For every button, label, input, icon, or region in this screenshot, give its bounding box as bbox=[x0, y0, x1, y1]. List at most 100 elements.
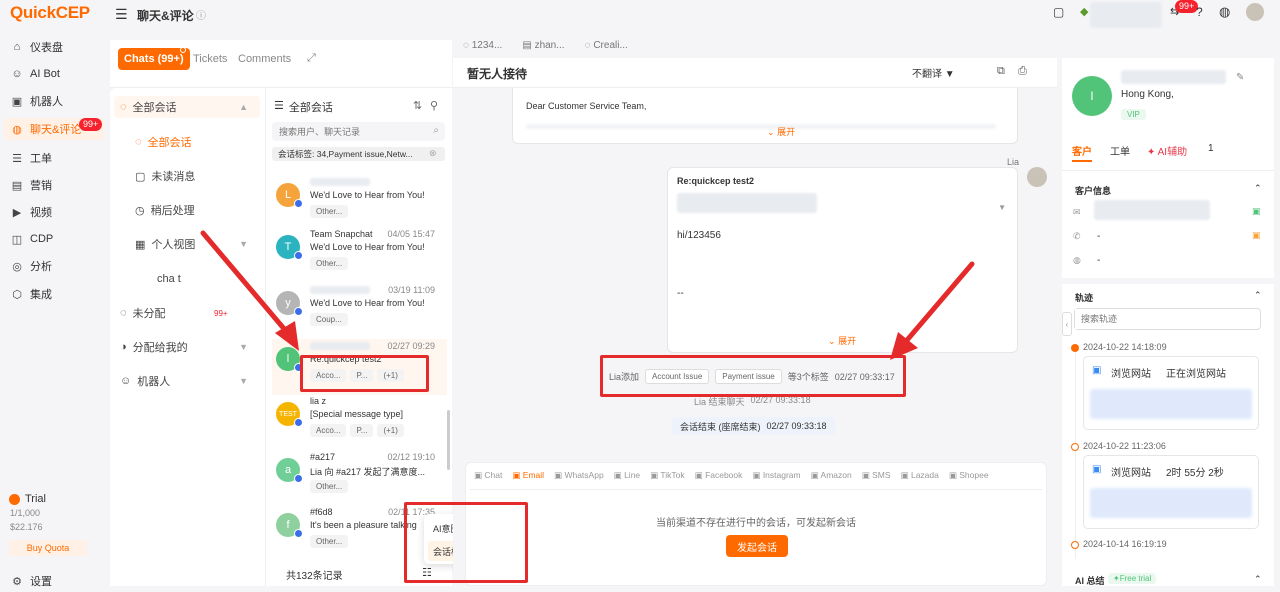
conversation-item[interactable]: T Team Snapchat 04/05 15:47 We'd Love to He… bbox=[272, 227, 447, 283]
conversation-time: 02/27 09:29 bbox=[387, 341, 435, 351]
trial-label: Trial bbox=[9, 493, 46, 505]
channel-tab-email[interactable]: ▣ Email bbox=[512, 470, 544, 481]
channel-tab-whatsapp[interactable]: ▣ WhatsApp bbox=[554, 470, 604, 481]
help-icon[interactable]: ? bbox=[1196, 5, 1203, 19]
tab-ticket[interactable]: 工单 bbox=[1110, 143, 1130, 158]
email1-expand[interactable]: ⌄ 展开 bbox=[767, 125, 795, 138]
conversation-tag: Other... bbox=[310, 480, 349, 493]
phone-action-icon[interactable]: ▣ bbox=[1252, 230, 1261, 241]
nav-item-ai-bot[interactable]: ☺ AI Bot bbox=[10, 63, 60, 85]
channel-tab-sms[interactable]: ▣ SMS bbox=[862, 470, 891, 481]
menu-all-sessions[interactable]: ◌ 全部会话 ▲ bbox=[114, 96, 260, 118]
nav-item-marketing[interactable]: ▤ 营销 bbox=[10, 174, 52, 196]
nav-item-integration[interactable]: ⬡ 集成 bbox=[10, 283, 52, 305]
nav-item-robot[interactable]: ▣ 机器人 bbox=[10, 90, 63, 112]
buy-quota-button[interactable]: Buy Quota bbox=[9, 540, 87, 556]
edit-icon[interactable]: ✎ bbox=[1236, 72, 1244, 83]
channel-icon: ▣ bbox=[752, 470, 761, 480]
email2-expand[interactable]: ⌄ 展开 bbox=[828, 334, 856, 347]
nav-item-analytics[interactable]: ◎ 分析 bbox=[10, 255, 52, 277]
unassigned-badge: 99+ bbox=[214, 309, 228, 318]
chevron-up-icon[interactable]: ⌃ bbox=[1254, 290, 1262, 301]
conversation-item[interactable]: a #a217 02/12 19:10 Lia 向 #a217 发起了满意度... Ot… bbox=[272, 450, 447, 506]
conversation-item[interactable]: f #f6d8 02/11 17:35 It's been a pleasure ta… bbox=[272, 505, 447, 561]
start-session-button[interactable]: 发起会话 bbox=[726, 535, 788, 557]
track-card[interactable]: ▣ 浏览网站 2时 55分 2秒 bbox=[1083, 455, 1259, 529]
track-search-box[interactable] bbox=[1074, 308, 1261, 330]
track-search-input[interactable] bbox=[1075, 309, 1255, 329]
tab-ai-assist[interactable]: ✦ AI辅助 bbox=[1147, 143, 1187, 158]
active-tab-indicator bbox=[1072, 160, 1092, 162]
tag-filter-chip[interactable]: 会话标签: 34,Payment issue,Netw... bbox=[272, 147, 445, 161]
menu-assigned-to-me[interactable]: ◑ 分配给我的 ▼ bbox=[120, 336, 260, 358]
shopify-icon[interactable]: ◆ bbox=[1080, 5, 1088, 18]
menu-personal-view[interactable]: ▦ 个人视图 ▼ bbox=[135, 233, 260, 255]
expand-icon[interactable]: ⤢ bbox=[307, 52, 316, 65]
menu-later[interactable]: ◷ 稍后处理 bbox=[135, 199, 275, 221]
conversation-item[interactable]: y 03/19 11:09 We'd Love to Hear from You! C… bbox=[272, 283, 447, 339]
info-icon[interactable]: ⓘ bbox=[196, 7, 206, 22]
timeline-dot bbox=[1071, 541, 1079, 549]
menu-bot[interactable]: ☺ 机器人 ▼ bbox=[120, 370, 260, 392]
open-tab-2[interactable]: ▤ zhan... bbox=[522, 40, 564, 51]
tab-chats[interactable]: Chats (99+) bbox=[118, 48, 190, 70]
conversation-name-blurred bbox=[310, 178, 370, 186]
sort-icon[interactable]: ⇅ bbox=[413, 99, 422, 112]
conversation-item[interactable]: l 02/27 09:29 Re:quickcep test2 Acco... P...… bbox=[272, 339, 447, 395]
conversation-item[interactable]: L We'd Love to Hear from You! Other... bbox=[272, 175, 447, 231]
collapse-panel-icon[interactable]: ‹ bbox=[1062, 312, 1072, 336]
tab-comments[interactable]: Comments bbox=[238, 48, 291, 70]
conversation-preview: We'd Love to Hear from You! bbox=[310, 190, 425, 200]
quickcep-logo[interactable]: QuickCEP bbox=[10, 3, 90, 23]
chevron-down-icon: ▼ bbox=[239, 239, 248, 249]
list-settings-icon[interactable]: ☷ bbox=[422, 566, 432, 579]
channel-tab-tiktok[interactable]: ▣ TikTok bbox=[650, 470, 685, 481]
chevron-up-icon[interactable]: ⌃ bbox=[1254, 183, 1262, 194]
nav-item-settings[interactable]: ⚙ 设置 bbox=[10, 570, 52, 592]
chat-support-icon[interactable]: ▢ bbox=[1053, 5, 1064, 19]
channel-tab-lazada[interactable]: ▣ Lazada bbox=[901, 470, 939, 481]
vip-badge: VIP bbox=[1121, 109, 1146, 120]
chevron-up-icon[interactable]: ⌃ bbox=[1254, 574, 1262, 585]
clear-filter-icon[interactable]: ⊗ bbox=[429, 148, 437, 159]
export-icon[interactable]: ⧉ bbox=[997, 65, 1005, 78]
list-scrollbar[interactable] bbox=[447, 410, 450, 470]
channel-tab-instagram[interactable]: ▣ Instagram bbox=[752, 470, 800, 481]
menu-sub-all-sessions[interactable]: ◌ 全部会话 bbox=[135, 131, 275, 153]
channel-tab-shopee[interactable]: ▣ Shopee bbox=[949, 470, 989, 481]
user-avatar[interactable] bbox=[1246, 3, 1264, 21]
globe-icon[interactable]: ◍ bbox=[1219, 4, 1230, 20]
channel-tab-amazon[interactable]: ▣ Amazon bbox=[811, 470, 852, 481]
menu-unassigned[interactable]: ◌ 未分配 bbox=[120, 302, 260, 324]
nav-item-video[interactable]: ▶ 视频 bbox=[10, 201, 52, 223]
menu-unread[interactable]: ▢ 未读消息 bbox=[135, 165, 275, 187]
conversation-tag: P... bbox=[350, 424, 374, 437]
menu-collapse-icon[interactable]: ☰ bbox=[115, 6, 128, 23]
track-card[interactable]: ▣ 浏览网站 正在浏览网站 bbox=[1083, 356, 1259, 430]
conv-search-input[interactable] bbox=[272, 122, 422, 141]
email-action-icon[interactable]: ▣ bbox=[1252, 206, 1261, 217]
chat-title: 暂无人接待 bbox=[467, 67, 528, 81]
channel-tab-line[interactable]: ▣ Line bbox=[614, 470, 640, 481]
nav-item-cdp[interactable]: ◫ CDP bbox=[10, 228, 53, 250]
whatsapp-icon: ◍ bbox=[1073, 255, 1081, 265]
conversation-item[interactable]: TEST lia z [Special message type] Acco... P.… bbox=[272, 394, 447, 450]
tab-count[interactable]: 1 bbox=[1208, 143, 1214, 154]
ticket-icon: ☰ bbox=[12, 152, 22, 165]
nav-item-dashboard[interactable]: ⌂ 仪表盘 bbox=[10, 36, 63, 58]
conv-search-box[interactable]: ⌕ bbox=[272, 122, 445, 141]
tab-tickets[interactable]: Tickets bbox=[193, 48, 227, 70]
tab-customer[interactable]: 客户 bbox=[1072, 143, 1092, 158]
open-tab-3[interactable]: ◌ Creali... bbox=[585, 40, 628, 51]
conversation-time: 04/05 15:47 bbox=[387, 229, 435, 239]
channel-tab-chat[interactable]: ▣ Chat bbox=[474, 470, 502, 481]
open-tab-1[interactable]: ◌ 1234... bbox=[463, 40, 502, 51]
translate-select[interactable]: 不翻译 ▼ bbox=[912, 65, 955, 80]
channel-icon: ▣ bbox=[694, 470, 703, 480]
channel-tab-facebook[interactable]: ▣ Facebook bbox=[695, 470, 743, 481]
filter-icon[interactable]: ⚲ bbox=[430, 99, 438, 112]
print-icon[interactable]: ⎙ bbox=[1018, 65, 1027, 78]
conversation-tags: Other... bbox=[310, 480, 349, 493]
caret-down-icon[interactable]: ▼ bbox=[998, 203, 1006, 212]
nav-item-tickets[interactable]: ☰ 工单 bbox=[10, 147, 52, 169]
